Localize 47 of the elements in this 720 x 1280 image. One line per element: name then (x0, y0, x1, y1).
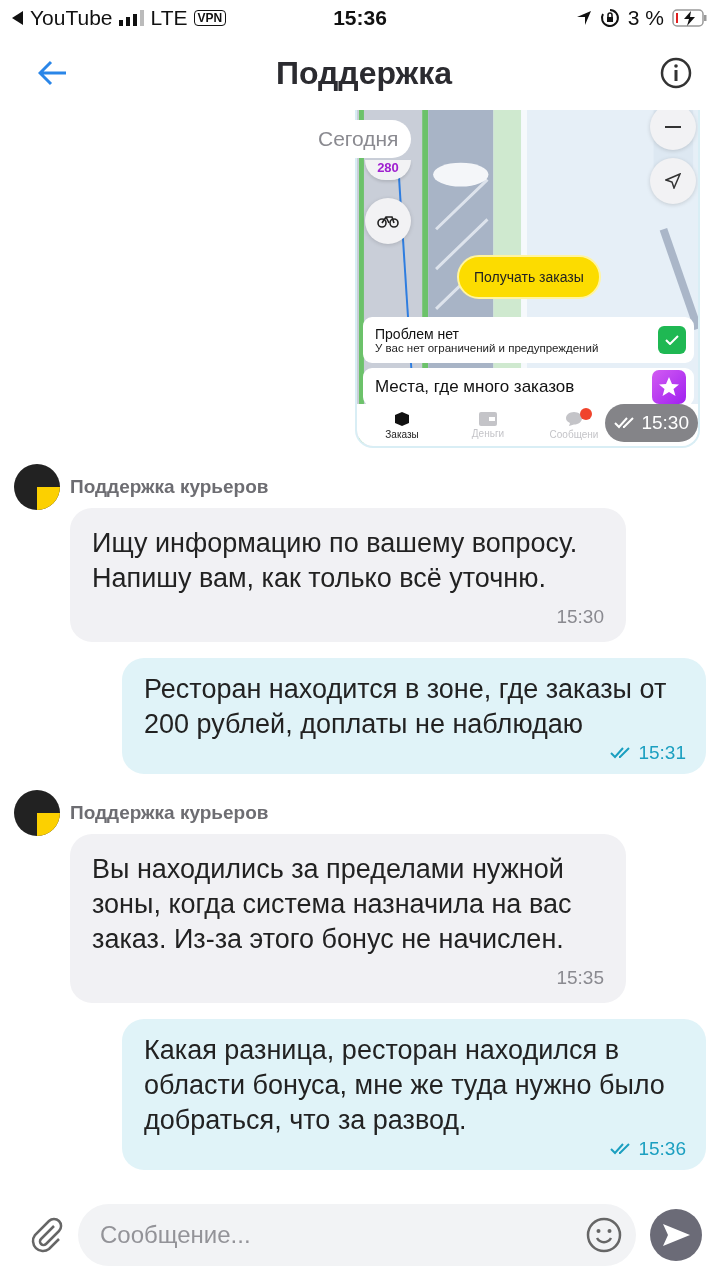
status-title: Проблем нет (375, 326, 460, 342)
tab[interactable]: Заказы (374, 404, 430, 446)
wallet-icon (479, 411, 497, 426)
minus-icon (665, 126, 681, 128)
signal-icon (118, 10, 145, 26)
avatar-icon (14, 464, 60, 510)
network-label: LTE (150, 6, 188, 30)
message-time: 15:35 (556, 967, 604, 989)
tab-label: Заказы (385, 428, 419, 440)
bicycle-icon (377, 214, 399, 228)
sender-name: Поддержка курьеров (70, 476, 269, 498)
message-time: 15:30 (641, 412, 689, 434)
box-icon (394, 410, 410, 427)
message-input[interactable]: Сообщение... (98, 1220, 586, 1250)
tab-label: Деньги (471, 427, 505, 439)
tab-label: Сообщени (549, 428, 599, 440)
smiley-icon[interactable] (586, 1217, 622, 1253)
chat-title: Поддержка (275, 54, 453, 92)
back-arrow-icon[interactable] (38, 60, 68, 86)
promo-title: Места, где много заказов (375, 377, 576, 397)
location-arrow-icon (575, 10, 592, 26)
navigation-arrow-icon (665, 173, 681, 189)
message-time: 15:30 (556, 606, 604, 628)
message-text: Ищу информацию по вашему вопросу. Напишу вам, как только всё уточню. (92, 527, 579, 595)
receive-orders-button[interactable]: Получать заказы (457, 255, 601, 299)
status-subtitle: У вас нет ограничений и предупреждений (375, 342, 600, 354)
back-triangle-icon[interactable] (12, 11, 24, 25)
counter-label: 280 (377, 160, 399, 175)
avatar-icon (14, 790, 60, 836)
message-text: Ресторан находится в зоне, где заказы от 200 рублей, доплаты не наблюдаю (144, 673, 668, 741)
chat-bubble-icon (565, 410, 583, 427)
message-time: 15:31 (638, 742, 686, 764)
send-icon (661, 1222, 691, 1248)
message-text: Вы находились за пределами нужной зоны, когда система назначила на вас заказ. Из-за этого бонус не начислен. (92, 853, 573, 956)
battery-percent: 3 % (627, 6, 664, 30)
message-time: 15:36 (638, 1138, 686, 1160)
back-app-label[interactable]: YouTube (30, 6, 113, 30)
status-time: 15:36 (333, 6, 387, 30)
promo-card[interactable]: Места, где много заказов (363, 368, 694, 406)
vpn-badge: VPN (193, 10, 227, 26)
message-text: Какая разница, ресторан находился в области бонуса, мне же туда нужно было добраться, что за развод. (144, 1034, 666, 1137)
info-icon[interactable] (660, 57, 692, 89)
rotation-lock-icon (599, 8, 620, 28)
message-field[interactable]: Сообщение... (78, 1204, 636, 1266)
send-button[interactable] (650, 1209, 702, 1261)
paperclip-icon[interactable] (30, 1217, 64, 1253)
sender-name: Поддержка курьеров (70, 802, 269, 824)
